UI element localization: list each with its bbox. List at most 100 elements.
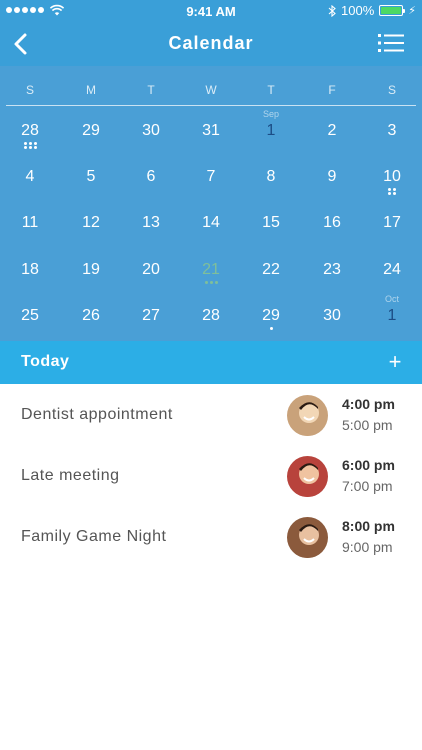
calendar-day[interactable]: 25: [2, 297, 58, 337]
calendar-day[interactable]: 16: [304, 204, 360, 244]
day-number: 6: [146, 168, 156, 185]
event-row[interactable]: Family Game Night 8:00 pm 9:00 pm: [0, 506, 422, 567]
event-dot: [28, 142, 32, 145]
event-row[interactable]: Late meeting 6:00 pm 7:00 pm: [0, 445, 422, 506]
day-number: 9: [327, 168, 337, 185]
day-number: 28: [21, 122, 39, 139]
day-number: 13: [142, 214, 160, 231]
calendar-day[interactable]: 14: [183, 204, 239, 244]
day-number: 3: [387, 122, 397, 139]
day-number: 24: [383, 261, 401, 278]
day-number: 16: [323, 214, 341, 231]
calendar-day[interactable]: 31: [183, 112, 239, 152]
event-dots: [2, 142, 58, 145]
day-number: 5: [86, 168, 96, 185]
event-dot: [28, 146, 32, 149]
day-number: 26: [82, 307, 100, 324]
event-dot: [23, 142, 27, 145]
weekday-header: SMTWTFS: [6, 66, 416, 106]
bluetooth-icon: [328, 4, 336, 17]
day-number: 11: [21, 214, 39, 231]
calendar-day-today[interactable]: 21: [183, 251, 239, 291]
today-label: Today: [21, 353, 70, 370]
status-right: 100% ⚡: [328, 3, 416, 18]
status-bar: 9:41 AM 100% ⚡: [0, 0, 422, 22]
calendar-day[interactable]: 6: [123, 158, 179, 198]
day-number: 1: [387, 307, 397, 324]
event-end-time: 9:00 pm: [342, 539, 393, 555]
day-number: 15: [262, 214, 280, 231]
event-dot: [393, 188, 396, 191]
calendar-day[interactable]: 8: [243, 158, 299, 198]
weekday-label: T: [147, 83, 155, 97]
calendar-day[interactable]: Sep 1: [243, 109, 299, 152]
event-dot: [204, 281, 208, 284]
day-number: 12: [82, 214, 100, 231]
calendar-day[interactable]: 13: [123, 204, 179, 244]
calendar-day[interactable]: 4: [2, 158, 58, 198]
chevron-left-icon[interactable]: [10, 30, 32, 58]
calendar-day[interactable]: 24: [364, 251, 420, 291]
calendar-day[interactable]: 7: [183, 158, 239, 198]
calendar-day[interactable]: 29: [63, 112, 119, 152]
person-icon: [287, 395, 328, 436]
calendar-day[interactable]: Oct 1: [364, 294, 420, 337]
calendar-day[interactable]: 26: [63, 297, 119, 337]
calendar-day[interactable]: 10: [364, 158, 420, 198]
weekday-label: T: [267, 83, 275, 97]
nav-bar: Calendar: [0, 22, 422, 66]
event-dots: [243, 327, 299, 330]
avatar: [287, 517, 328, 558]
day-number: 14: [202, 214, 220, 231]
charging-icon: ⚡: [408, 5, 416, 17]
day-number: 17: [383, 214, 401, 231]
app-header: 9:41 AM 100% ⚡ Calendar: [0, 0, 422, 66]
day-number: 29: [82, 122, 100, 139]
weekday-label: S: [25, 83, 34, 97]
calendar-day[interactable]: 23: [304, 251, 360, 291]
event-dot: [209, 281, 213, 284]
calendar-day[interactable]: 3: [364, 112, 420, 152]
event-dots: [364, 188, 420, 191]
calendar-day[interactable]: 20: [123, 251, 179, 291]
event-end-time: 7:00 pm: [342, 478, 393, 494]
today-section-header: Today +: [0, 341, 422, 384]
calendar-day[interactable]: 22: [243, 251, 299, 291]
event-dot: [388, 188, 391, 191]
calendar-day[interactable]: 2: [304, 112, 360, 152]
day-number: 25: [21, 307, 39, 324]
calendar-day[interactable]: 28: [183, 297, 239, 337]
day-number: 27: [142, 307, 160, 324]
calendar-day[interactable]: 30: [304, 297, 360, 337]
event-dot: [33, 146, 37, 149]
person-icon: [287, 517, 328, 558]
event-dot: [33, 142, 37, 145]
month-label: Oct: [384, 294, 399, 304]
day-number: 1: [266, 122, 276, 139]
day-number: 18: [21, 261, 39, 278]
calendar-day[interactable]: 9: [304, 158, 360, 198]
calendar-day[interactable]: 11: [2, 204, 58, 244]
calendar-day[interactable]: 28: [2, 112, 58, 152]
calendar-day[interactable]: 27: [123, 297, 179, 337]
day-number: 29: [262, 307, 280, 324]
calendar-day[interactable]: 18: [2, 251, 58, 291]
month-calendar: SMTWTFS 28 29 30 31 Sep 1 2 3 4 5 6 7 8 9 10 11 12 13 14 15…: [0, 66, 422, 341]
calendar-day[interactable]: 19: [63, 251, 119, 291]
calendar-day[interactable]: 15: [243, 204, 299, 244]
calendar-day[interactable]: 29: [243, 297, 299, 337]
event-row[interactable]: Dentist appointment 4:00 pm 5:00 pm: [0, 384, 422, 445]
calendar-day[interactable]: 17: [364, 204, 420, 244]
event-title: Late meeting: [21, 467, 120, 484]
day-number: 10: [383, 168, 401, 185]
day-number: 30: [323, 307, 341, 324]
battery-icon: [379, 5, 406, 16]
event-dot: [388, 192, 391, 195]
event-dot: [269, 327, 273, 330]
list-icon[interactable]: [378, 32, 404, 54]
calendar-day[interactable]: 5: [63, 158, 119, 198]
plus-icon[interactable]: +: [382, 349, 408, 375]
battery-percent: 100%: [341, 3, 375, 18]
calendar-day[interactable]: 30: [123, 112, 179, 152]
calendar-day[interactable]: 12: [63, 204, 119, 244]
